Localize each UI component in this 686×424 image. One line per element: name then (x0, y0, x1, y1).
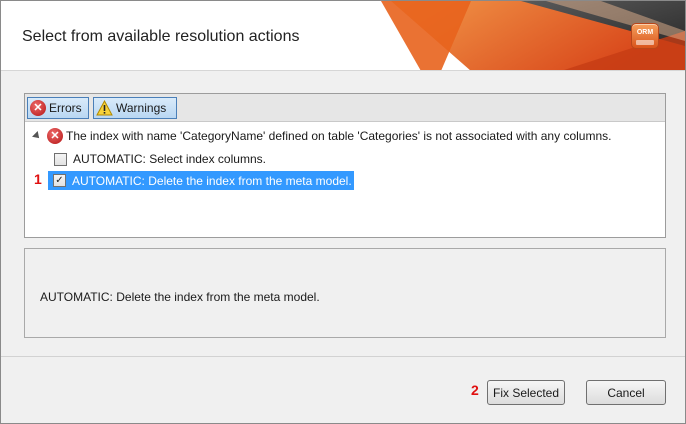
resolution-action-item[interactable]: AUTOMATIC: Select index columns. (54, 150, 266, 168)
action-description: AUTOMATIC: Delete the index from the met… (40, 290, 320, 304)
footer-divider (1, 356, 685, 357)
warnings-filter-button[interactable]: Warnings (93, 97, 177, 119)
resolution-action-item-selected[interactable]: ✓ AUTOMATIC: Delete the index from the m… (48, 171, 354, 190)
cancel-button[interactable]: Cancel (586, 380, 666, 405)
callout-marker-1: 1 (34, 171, 42, 187)
errors-filter-label: Errors (49, 101, 82, 115)
errors-panel: ✕ Errors Warnings ✕ The index with name … (24, 93, 666, 238)
error-tree-item[interactable]: ✕ The index with name 'CategoryName' def… (32, 127, 612, 145)
error-icon: ✕ (47, 128, 63, 144)
warning-icon (96, 100, 113, 116)
orm-logo-text: ORM (636, 29, 654, 36)
warnings-filter-label: Warnings (116, 101, 167, 115)
errors-filter-button[interactable]: ✕ Errors (27, 97, 89, 119)
description-panel: AUTOMATIC: Delete the index from the met… (24, 248, 666, 338)
callout-marker-2: 2 (471, 382, 479, 398)
action-label: AUTOMATIC: Select index columns. (73, 152, 266, 166)
orm-logo-icon: ORM (631, 23, 659, 49)
fix-selected-button[interactable]: Fix Selected (487, 380, 565, 405)
action-checkbox[interactable] (54, 152, 67, 166)
error-message: The index with name 'CategoryName' defin… (66, 129, 612, 143)
dialog-title: Select from available resolution actions (22, 28, 300, 45)
action-label: AUTOMATIC: Delete the index from the met… (72, 173, 352, 188)
resolution-dialog: Select from available resolution actions… (0, 0, 686, 424)
action-checkbox-checked[interactable]: ✓ (53, 174, 66, 187)
dialog-header: Select from available resolution actions… (1, 1, 685, 71)
collapse-arrow-icon[interactable] (32, 131, 42, 141)
filter-toolbar: ✕ Errors Warnings (25, 94, 665, 122)
error-icon: ✕ (30, 100, 46, 116)
